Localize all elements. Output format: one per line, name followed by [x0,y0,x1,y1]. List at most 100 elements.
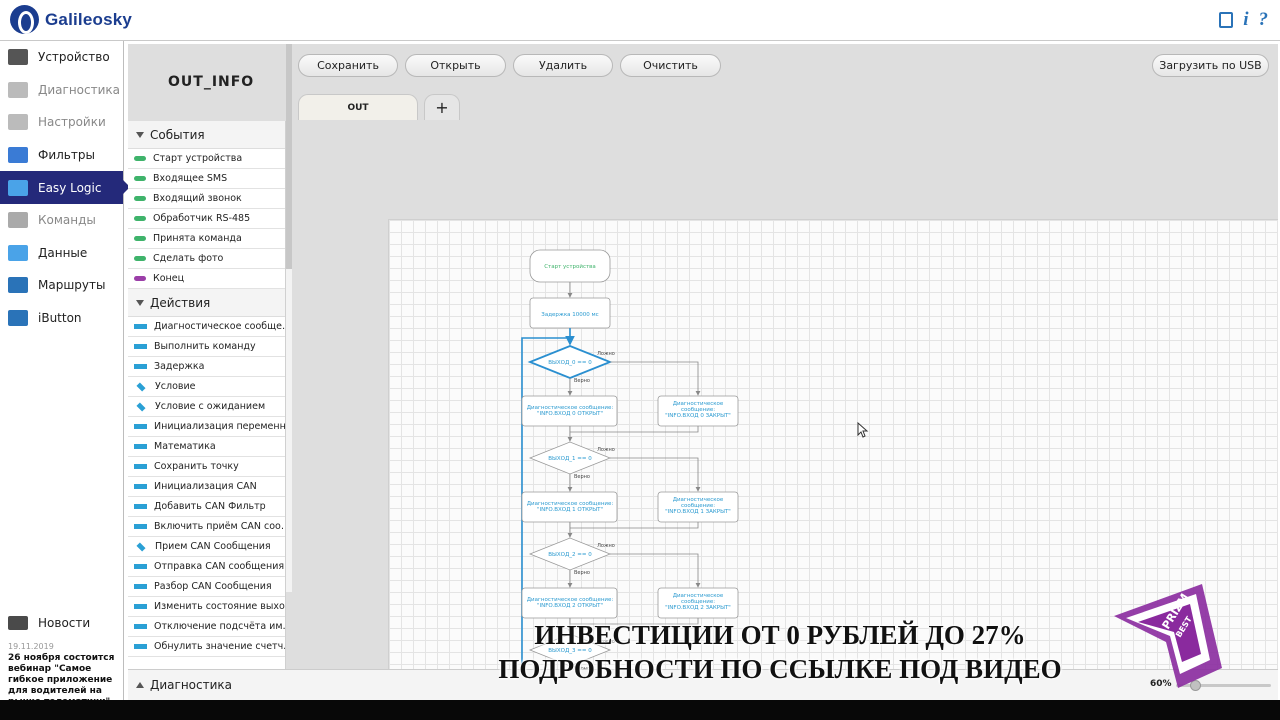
collapse-caret-icon [136,299,144,306]
sidebar-nav: Устройство Диагностика Настройки Фильтры Eas… [0,41,130,335]
add-tab-button[interactable]: + [424,94,460,120]
palette-item-label: Отключение подсчёта им… [154,621,285,632]
palette-item-label: Прием CAN Сообщения [155,541,271,552]
palette-event-item[interactable]: Входящее SMS [128,169,285,189]
block-palette: События Старт устройства Входящее SMS Вход… [128,121,286,669]
palette-action-item[interactable]: Диагностическое сообще… [128,317,285,337]
palette-event-item[interactable]: Сделать фото [128,249,285,269]
open-button[interactable]: Открыть [405,54,506,77]
data-icon [8,244,28,261]
event-pill-icon [134,276,146,281]
news-panel: Новости 19.11.2019 26 ноября состоится в… [0,613,123,708]
palette-action-item[interactable]: Изменить состояние выхо… [128,597,285,617]
condition-diamond-icon [136,401,146,412]
device-icon [8,49,28,66]
palette-action-item[interactable]: Прием CAN Сообщения [128,537,285,557]
action-bar-icon [134,604,147,609]
news-header[interactable]: Новости [0,613,123,633]
book-icon[interactable] [1219,12,1234,28]
palette-action-item[interactable]: Отключение подсчёта им… [128,617,285,637]
palette-scroll-thumb[interactable] [286,44,292,269]
palette-action-item[interactable]: Обнулить значение счетч… [128,637,285,657]
collapse-caret-icon [136,131,144,138]
palette-action-item[interactable]: Добавить CAN Фильтр [128,497,285,517]
sidebar-item-label: Маршруты [38,278,106,293]
palette-event-item[interactable]: Входящий звонок [128,189,285,209]
diagnostics-toggle[interactable]: Диагностика [136,678,232,692]
sidebar-item-easy-logic[interactable]: Easy Logic [0,171,130,204]
top-header: Galileosky i ? [0,0,1280,41]
event-pill-icon [134,236,146,241]
palette-action-item[interactable]: Задержка [128,357,285,377]
news-title: Новости [38,616,91,630]
upload-usb-button[interactable]: Загрузить по USB [1152,54,1269,77]
action-bar-icon [134,624,147,629]
sidebar-item-label: Диагностика [38,82,121,97]
expand-caret-icon [136,682,144,688]
palette-item-label: Входящий звонок [153,193,242,204]
actions-section-header[interactable]: Действия [128,289,285,317]
save-button[interactable]: Сохранить [298,54,398,77]
action-bar-icon [134,444,147,449]
news-date: 19.11.2019 [8,642,54,651]
sidebar-item-настройки[interactable]: Настройки [0,106,123,139]
palette-item-label: Обнулить значение счетч… [154,641,285,652]
sidebar-item-label: Настройки [38,115,106,130]
tab-out[interactable]: OUT [298,94,418,120]
false-branch-label: Ложно [597,351,615,357]
flow-connector [610,553,701,588]
palette-item-label: Инициализация CAN [154,481,257,492]
palette-action-item[interactable]: Инициализация CAN [128,477,285,497]
true-branch-label: Верно [574,570,590,576]
palette-event-item[interactable]: Конец [128,269,285,289]
sidebar-item-диагностика[interactable]: Диагностика [0,74,123,107]
condition-diamond-icon [136,541,146,552]
action-bar-icon [134,504,147,509]
sidebar-item-данные[interactable]: Данные [0,237,123,270]
palette-action-item[interactable]: Выполнить команду [128,337,285,357]
sidebar-item-ibutton[interactable]: iButton [0,302,123,335]
action-bar-icon [134,364,147,369]
palette-action-item[interactable]: Условие с ожиданием [128,397,285,417]
sidebar-item-маршруты[interactable]: Маршруты [0,269,123,302]
action-bar-icon [134,644,147,649]
condition-diamond-icon [136,381,146,392]
condition-node-label: ВЫХОД_2 == 0 [548,552,592,558]
palette-action-item[interactable]: Сохранить точку [128,457,285,477]
sidebar: Устройство Диагностика Настройки Фильтры Eas… [0,41,130,707]
events-section-header[interactable]: События [128,121,285,149]
palette-item-label: Разбор CAN Сообщения [154,581,272,592]
sidebar-item-устройство[interactable]: Устройство [0,41,123,74]
palette-action-item[interactable]: Разбор CAN Сообщения [128,577,285,597]
palette-item-label: Изменить состояние выхо… [154,601,285,612]
help-icon[interactable]: ? [1259,9,1269,31]
palette-action-item[interactable]: Включить приём CAN соо… [128,517,285,537]
palette-action-item[interactable]: Математика [128,437,285,457]
false-branch-label: Ложно [597,447,615,453]
event-pill-icon [134,256,146,261]
sidebar-item-команды[interactable]: Команды [0,204,123,237]
palette-event-item[interactable]: Старт устройства [128,149,285,169]
logo-text: Galileosky [45,9,133,29]
delete-button[interactable]: Удалить [513,54,613,77]
sidebar-item-label: Устройство [38,50,110,65]
promo-overlay: ИНВЕСТИЦИИ ОТ 0 РУБЛЕЙ ДО 27% ПОДРОБНОСТ… [440,618,1120,686]
diagnostics-icon [8,81,28,98]
palette-action-item[interactable]: Условие [128,377,285,397]
palette-event-item[interactable]: Принята команда [128,229,285,249]
galileosky-logo: Galileosky [10,5,132,34]
info-icon[interactable]: i [1243,9,1248,31]
sidebar-item-фильтры[interactable]: Фильтры [0,139,123,172]
palette-scrollbar[interactable] [286,44,292,592]
prizm-best-badge: PRIZM BEST [1114,584,1222,688]
action-bar-icon [134,484,147,489]
palette-action-item[interactable]: Инициализация переменн… [128,417,285,437]
clear-button[interactable]: Очистить [620,54,721,77]
sidebar-item-label: Данные [38,245,88,260]
palette-event-item[interactable]: Обработчик RS-485 [128,209,285,229]
action-bar-icon [134,524,147,529]
filters-icon [8,147,28,164]
header-icons: i ? [1219,9,1268,31]
palette-item-label: Математика [154,441,216,452]
palette-action-item[interactable]: Отправка CAN сообщения [128,557,285,577]
